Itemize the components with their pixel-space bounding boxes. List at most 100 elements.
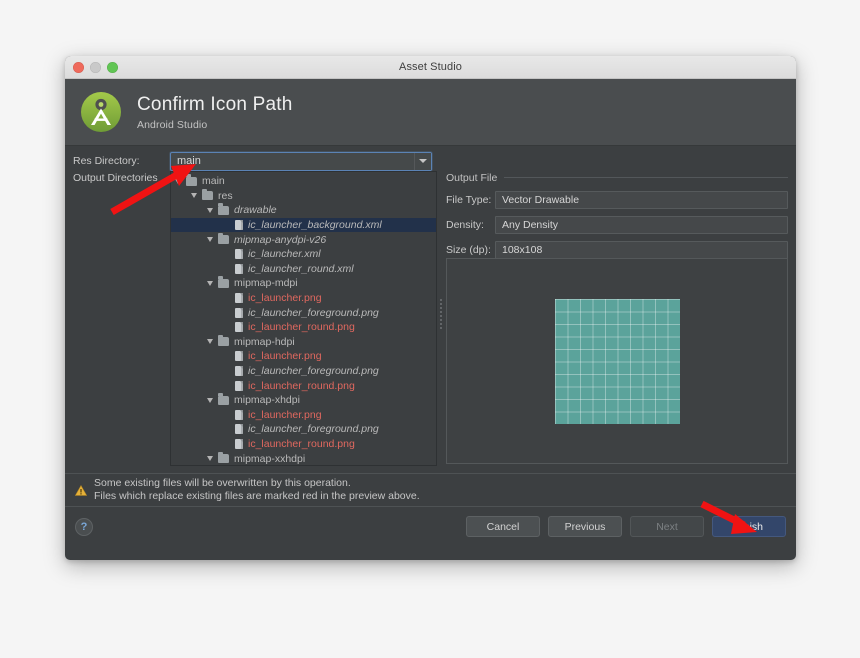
chevron-down-icon[interactable] — [414, 152, 431, 170]
window-titlebar: Asset Studio — [65, 56, 796, 79]
warning-text: Some existing files will be overwritten … — [94, 477, 420, 503]
tree-file-row[interactable]: ic_launcher.xml — [171, 247, 436, 262]
help-button[interactable]: ? — [75, 517, 93, 536]
chevron-down-icon[interactable] — [207, 280, 213, 286]
page-subtitle: Android Studio — [137, 118, 208, 131]
file-icon — [235, 351, 243, 362]
tree-indent-spacer — [223, 325, 230, 330]
panel-splitter[interactable] — [437, 171, 445, 464]
tree-node-label: ic_launcher_round.png — [248, 437, 355, 450]
tree-file-row[interactable]: ic_launcher.png — [171, 291, 436, 306]
folder-icon — [218, 232, 229, 245]
tree-indent-spacer — [223, 310, 230, 315]
field-label: Density: — [446, 219, 484, 231]
folder-icon — [218, 334, 229, 347]
chevron-down-icon[interactable] — [175, 178, 181, 184]
dialog-header-text: Confirm Icon Path Android Studio — [137, 94, 292, 131]
dialog-footer: ? Cancel Previous Next Finish — [65, 506, 796, 546]
tree-folder-row[interactable]: res — [171, 188, 436, 204]
output-directories-tree[interactable]: main res drawable ic_launcher_background.xm… — [170, 171, 437, 466]
tree-node-label: ic_launcher_foreground.png — [248, 365, 379, 378]
tree-file-row[interactable]: ic_launcher_round.png — [171, 437, 436, 452]
screenshot-root: Asset Studio Confirm Icon Path Android S… — [0, 0, 860, 658]
finish-button[interactable]: Finish — [712, 516, 786, 537]
dialog-body: Res Directory: main Output Directories m… — [65, 146, 796, 473]
chevron-down-icon[interactable] — [207, 397, 213, 403]
android-studio-logo-icon — [81, 92, 121, 132]
field-label: File Type: — [446, 194, 492, 206]
file-icon — [235, 424, 243, 435]
file-icon — [235, 409, 243, 420]
tree-folder-row[interactable]: mipmap-hdpi — [171, 334, 436, 350]
tree-folder-row[interactable]: main — [171, 174, 436, 189]
tree-file-row[interactable]: ic_launcher_foreground.png — [171, 422, 436, 437]
icon-preview-area — [446, 258, 788, 464]
tree-node-label: main — [202, 175, 225, 188]
maximize-button-icon[interactable] — [107, 61, 118, 73]
field-value: 108x108 — [495, 241, 788, 259]
window-controls[interactable] — [73, 56, 118, 78]
field-label: Size (dp): — [446, 244, 491, 256]
folder-icon — [218, 276, 229, 288]
chevron-down-icon[interactable] — [207, 456, 213, 462]
tree-file-row[interactable]: ic_launcher_round.xml — [171, 262, 436, 277]
res-directory-label: Res Directory: — [73, 155, 140, 167]
tree-folder-row[interactable]: mipmap-xhdpi — [171, 393, 436, 408]
res-directory-row: Res Directory: main — [73, 151, 788, 171]
tree-folder-row[interactable]: drawable — [171, 203, 436, 218]
folder-icon — [218, 393, 229, 405]
tree-indent-spacer — [223, 252, 230, 257]
tree-file-row[interactable]: ic_launcher.png — [171, 349, 436, 364]
tree-indent-spacer — [223, 296, 230, 301]
tree-node-label: ic_launcher.png — [248, 292, 322, 305]
file-icon — [235, 366, 243, 377]
chevron-down-icon[interactable] — [207, 339, 213, 345]
res-directory-dropdown[interactable]: main — [170, 151, 432, 171]
chevron-down-icon[interactable] — [207, 237, 213, 243]
tree-node-label: mipmap-mdpi — [234, 277, 298, 290]
output-file-panel: Output File File Type: Vector Drawable Den… — [446, 171, 788, 464]
tree-folder-row[interactable]: mipmap-xxhdpi — [171, 451, 436, 465]
tree-indent-spacer — [223, 412, 230, 417]
tree-node-label: ic_launcher.png — [248, 408, 322, 421]
tree-node-label: mipmap-hdpi — [234, 335, 295, 348]
cancel-button[interactable]: Cancel — [466, 516, 540, 537]
file-icon — [235, 438, 243, 449]
tree-folder-row[interactable]: mipmap-anydpi-v26 — [171, 232, 436, 247]
tree-indent-spacer — [223, 441, 230, 446]
tree-folder-row[interactable]: mipmap-mdpi — [171, 276, 436, 291]
tree-file-row[interactable]: ic_launcher_foreground.png — [171, 305, 436, 320]
tree-file-row[interactable]: ic_launcher_round.png — [171, 378, 436, 393]
file-icon — [235, 380, 243, 391]
folder-icon — [202, 188, 213, 201]
file-icon — [235, 220, 243, 231]
chevron-down-icon[interactable] — [207, 207, 213, 213]
tree-indent-spacer — [223, 383, 230, 388]
output-file-field-row: Size (dp): 108x108 — [446, 241, 788, 259]
output-file-field-row: Density: Any Density — [446, 216, 788, 234]
file-icon — [235, 249, 243, 260]
chevron-down-icon[interactable] — [191, 193, 197, 199]
tree-node-label: mipmap-xxhdpi — [234, 452, 306, 465]
close-button-icon[interactable] — [73, 61, 84, 73]
footer-buttons: Cancel Previous Next Finish — [466, 516, 786, 537]
warning-strip: Some existing files will be overwritten … — [65, 473, 796, 506]
tree-node-label: drawable — [234, 204, 277, 217]
previous-button[interactable]: Previous — [548, 516, 622, 537]
tree-indent-spacer — [223, 369, 230, 374]
file-icon — [235, 263, 243, 274]
next-button: Next — [630, 516, 704, 537]
tree-file-row[interactable]: ic_launcher_background.xml — [171, 217, 436, 233]
output-file-fields: File Type: Vector Drawable Density: Any Den… — [446, 191, 788, 259]
tree-node-label: res — [218, 189, 233, 202]
tree-file-row[interactable]: ic_launcher.png — [171, 408, 436, 423]
minimize-button-icon[interactable] — [90, 61, 101, 73]
tree-node-label: ic_launcher_foreground.png — [248, 423, 379, 436]
warning-triangle-icon — [75, 484, 87, 496]
tree-file-row[interactable]: ic_launcher_round.png — [171, 320, 436, 335]
tree-list: main res drawable ic_launcher_background.xm… — [171, 172, 436, 465]
tree-file-row[interactable]: ic_launcher_foreground.png — [171, 364, 436, 379]
icon-preview — [554, 298, 680, 424]
tree-indent-spacer — [223, 427, 230, 432]
tree-node-label: ic_launcher_round.xml — [248, 262, 354, 275]
